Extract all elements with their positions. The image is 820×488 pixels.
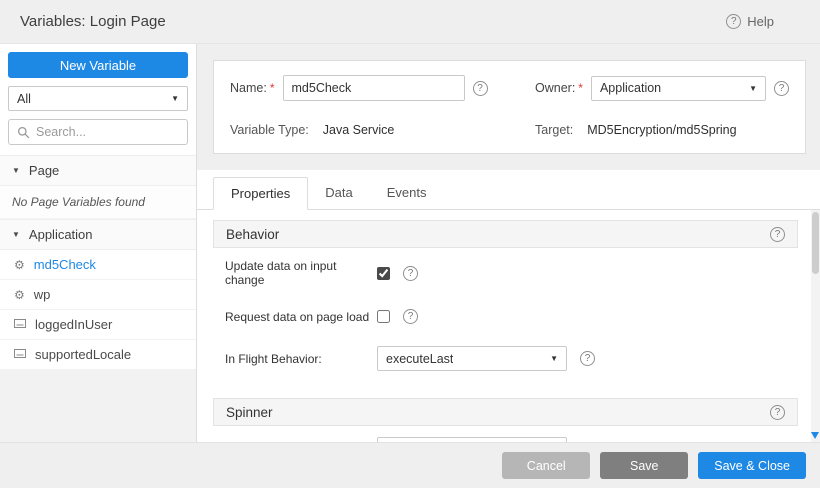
- gear-icon: ⚙: [14, 259, 25, 271]
- update-data-help-icon[interactable]: [403, 266, 418, 281]
- owner-label: Owner: *: [535, 81, 583, 95]
- inflight-behavior-help-icon[interactable]: [580, 351, 595, 366]
- tree-section-application-label: Application: [29, 227, 93, 242]
- new-variable-button[interactable]: New Variable: [8, 52, 188, 78]
- request-data-row: Request data on page load: [213, 298, 798, 335]
- owner-label-text: Owner:: [535, 81, 575, 95]
- variable-item-label: md5Check: [34, 257, 96, 272]
- caret-down-icon: ▼: [749, 84, 757, 93]
- spinner-help-icon[interactable]: [770, 405, 785, 420]
- variable-summary-card: Name: * Owner: * Application ▼: [213, 60, 806, 154]
- name-input[interactable]: [283, 75, 465, 101]
- tab-properties[interactable]: Properties: [213, 177, 308, 210]
- required-marker: *: [578, 81, 583, 95]
- variable-type-label: Variable Type:: [230, 123, 309, 137]
- variable-item-loggedinuser[interactable]: loggedInUser: [0, 310, 196, 340]
- name-help-icon[interactable]: [473, 81, 488, 96]
- variable-item-label: wp: [34, 287, 51, 302]
- request-data-help-icon[interactable]: [403, 309, 418, 324]
- spinner-section: Spinner Spinner Context: Search Widgets: [213, 398, 798, 442]
- properties-panel: Behavior Update data on input change Req…: [197, 210, 820, 442]
- caret-down-icon: ▼: [550, 354, 558, 363]
- tree-section-application[interactable]: ▼ Application: [0, 219, 196, 250]
- variable-filter-select[interactable]: All ▼: [8, 86, 188, 111]
- scrollbar-thumb[interactable]: [812, 212, 819, 274]
- widget-icon: [14, 319, 26, 330]
- dialog-footer: Cancel Save Save & Close: [0, 442, 820, 488]
- inflight-behavior-select[interactable]: executeLast ▼: [377, 346, 567, 371]
- widget-icon: [14, 349, 26, 360]
- variable-item-wp[interactable]: ⚙ wp: [0, 280, 196, 310]
- variable-item-supportedlocale[interactable]: supportedLocale: [0, 340, 196, 370]
- behavior-section: Behavior Update data on input change Req…: [213, 220, 798, 382]
- save-close-button[interactable]: Save & Close: [698, 452, 806, 479]
- tab-data[interactable]: Data: [308, 177, 369, 210]
- section-title: Behavior: [226, 227, 279, 242]
- target-value: MD5Encryption/md5Spring: [587, 123, 736, 137]
- variable-item-md5check[interactable]: ⚙ md5Check: [0, 250, 196, 280]
- dialog-header: Variables: Login Page Help: [0, 0, 820, 44]
- caret-down-icon: ▼: [171, 94, 179, 103]
- variable-detail-panel: Name: * Owner: * Application ▼: [197, 44, 820, 442]
- help-button[interactable]: Help: [726, 14, 800, 29]
- detail-tabs: Properties Data Events: [197, 170, 820, 210]
- required-marker: *: [270, 81, 275, 95]
- page-title: Variables: Login Page: [20, 13, 166, 30]
- variables-dialog: Variables: Login Page Help New Variable …: [0, 0, 820, 488]
- variables-sidebar: New Variable All ▼ ▼ Page No Page Variab…: [0, 44, 197, 442]
- section-title: Spinner: [226, 405, 273, 420]
- search-icon: [17, 126, 30, 139]
- tree-section-page-label: Page: [29, 163, 59, 178]
- cancel-button[interactable]: Cancel: [502, 452, 590, 479]
- name-label: Name: *: [230, 81, 275, 95]
- tab-events[interactable]: Events: [370, 177, 444, 210]
- request-data-label: Request data on page load: [225, 310, 377, 324]
- dialog-body: New Variable All ▼ ▼ Page No Page Variab…: [0, 44, 820, 442]
- owner-selected-value: Application: [600, 81, 661, 95]
- sidebar-filler: [0, 370, 196, 442]
- update-data-row: Update data on input change: [213, 248, 798, 298]
- spinner-context-row: Spinner Context: Search Widgets: [213, 426, 798, 442]
- gear-icon: ⚙: [14, 289, 25, 301]
- name-label-text: Name:: [230, 81, 267, 95]
- behavior-section-header: Behavior: [213, 220, 798, 248]
- variable-item-label: supportedLocale: [35, 347, 131, 362]
- collapse-triangle-icon: ▼: [12, 230, 20, 239]
- spinner-section-header: Spinner: [213, 398, 798, 426]
- save-button[interactable]: Save: [600, 452, 688, 479]
- scrollbar-down-arrow-icon[interactable]: [811, 432, 819, 439]
- request-data-checkbox[interactable]: [377, 310, 390, 323]
- target-label: Target:: [535, 123, 573, 137]
- tree-section-page[interactable]: ▼ Page: [0, 155, 196, 186]
- variable-type-value: Java Service: [323, 123, 395, 137]
- update-data-checkbox[interactable]: [377, 267, 390, 280]
- scrollbar[interactable]: [811, 210, 820, 442]
- filter-selected-value: All: [17, 92, 31, 106]
- update-data-label: Update data on input change: [225, 259, 377, 287]
- help-icon: [726, 14, 741, 29]
- owner-select[interactable]: Application ▼: [591, 76, 766, 101]
- behavior-help-icon[interactable]: [770, 227, 785, 242]
- help-label: Help: [747, 14, 774, 29]
- variable-item-label: loggedInUser: [35, 317, 112, 332]
- owner-help-icon[interactable]: [774, 81, 789, 96]
- search-box: [8, 119, 188, 145]
- page-empty-message: No Page Variables found: [0, 186, 196, 219]
- spinner-context-select[interactable]: Search Widgets: [377, 437, 567, 442]
- search-input[interactable]: [36, 125, 179, 139]
- inflight-behavior-row: In Flight Behavior: executeLast ▼: [213, 335, 798, 382]
- inflight-behavior-label: In Flight Behavior:: [225, 352, 377, 366]
- inflight-selected-value: executeLast: [386, 352, 453, 366]
- collapse-triangle-icon: ▼: [12, 166, 20, 175]
